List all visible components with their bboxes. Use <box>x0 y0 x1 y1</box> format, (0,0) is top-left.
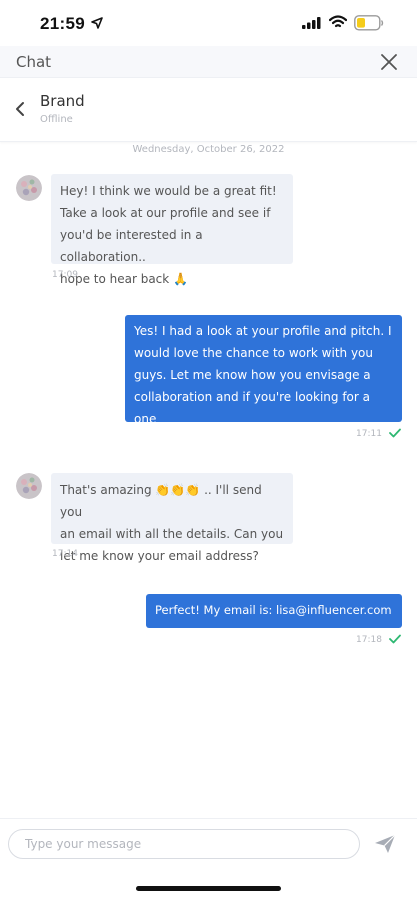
incoming-message-bubble: Hey! I think we would be a great fit! Ta… <box>51 174 293 286</box>
incoming-message-bubble: That's amazing 👏👏👏 .. I'll send you an e… <box>51 473 293 563</box>
message-line: Take a look at our profile and see if <box>60 206 271 220</box>
message-composer <box>0 818 417 872</box>
message-line: an email with all the details. Can you <box>60 527 284 541</box>
message-input[interactable] <box>8 829 360 859</box>
date-separator: Wednesday, October 26, 2022 <box>132 144 285 155</box>
message-line: Perfect! My email is: lisa@influencer.co… <box>155 603 392 617</box>
close-icon[interactable] <box>379 52 399 72</box>
contact-status: Offline <box>40 114 73 125</box>
status-bar: 21:59 <box>0 0 417 46</box>
message-line: let me know your email address? <box>60 549 259 563</box>
message-timestamp: 17:11 <box>356 429 382 439</box>
message-line: hope to hear back 🙏 <box>60 272 188 286</box>
message-line: collaboration and if you're looking for … <box>134 390 370 426</box>
outgoing-message-bubble: Perfect! My email is: lisa@influencer.co… <box>146 594 402 628</box>
status-time: 21:59 <box>40 14 85 33</box>
cellular-signal-icon <box>302 17 321 29</box>
chevron-left-icon[interactable] <box>14 101 26 117</box>
message-timestamp: 17:09 <box>52 270 78 280</box>
avatar[interactable] <box>16 473 42 499</box>
read-check-icon <box>389 428 401 438</box>
message-line: would love the chance to work with you <box>134 346 374 360</box>
message-timestamp: 17:18 <box>356 635 382 645</box>
chat-title: Chat <box>16 53 52 71</box>
wifi-icon <box>329 15 347 28</box>
home-indicator <box>136 886 281 891</box>
message-line: That's amazing 👏👏👏 .. I'll send you <box>60 483 262 519</box>
message-line: guys. Let me know how you envisage a <box>134 368 371 382</box>
message-line: Hey! I think we would be a great fit! <box>60 184 277 198</box>
avatar[interactable] <box>16 175 42 201</box>
contact-header: Brand Offline <box>0 78 417 142</box>
send-icon[interactable] <box>374 834 396 854</box>
chat-header-bar: Chat <box>0 46 417 78</box>
location-arrow-icon <box>91 17 103 29</box>
outgoing-message-bubble: Yes! I had a look at your profile and pi… <box>125 315 402 448</box>
message-line: Yes! I had a look at your profile and pi… <box>134 324 392 338</box>
read-check-icon <box>389 634 401 644</box>
message-timestamp: 17:14 <box>52 549 78 559</box>
message-line: you'd be interested in a collaboration.. <box>60 228 203 264</box>
battery-icon <box>354 15 384 31</box>
message-line: off or long term partnership? <box>134 434 308 448</box>
contact-name: Brand <box>40 92 85 110</box>
